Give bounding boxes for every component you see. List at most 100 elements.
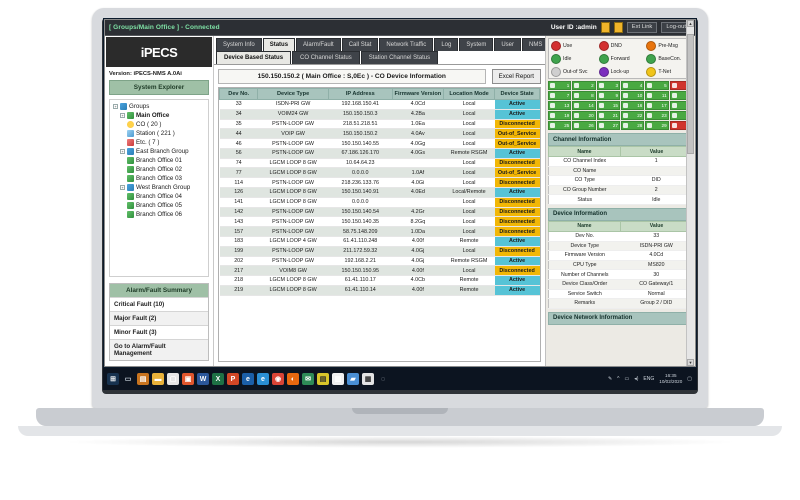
word-icon[interactable]: W: [197, 373, 209, 385]
primary-tabbar[interactable]: System Info Status Alarm/Fault Call Stat Net…: [214, 36, 550, 51]
channel-cell-29[interactable]: 29: [645, 121, 669, 130]
chevron-up-icon[interactable]: ^: [617, 376, 619, 382]
language-indicator[interactable]: ENG: [643, 376, 654, 382]
edge-legacy-icon[interactable]: e: [242, 373, 254, 385]
scroll-up-arrow[interactable]: ▲: [687, 20, 694, 27]
tree-item[interactable]: Branch Office 01: [110, 156, 208, 165]
tab-log[interactable]: Log: [434, 38, 459, 51]
powerpoint-icon[interactable]: P: [227, 373, 239, 385]
table-row[interactable]: 219 LGCM LOOP 8 GW 61.41.110.14 4.00f Remote…: [219, 285, 540, 296]
nms-app-icon[interactable]: ▤: [317, 373, 329, 385]
channel-cell-25[interactable]: 25: [548, 121, 572, 130]
channel-cell-21[interactable]: 21: [596, 111, 620, 120]
channel-cell-23[interactable]: 23: [645, 111, 669, 120]
table-row[interactable]: 218 LGCM LOOP 8 GW 61.41.110.17 4.0Cb Remote…: [219, 275, 540, 286]
channel-cell-15[interactable]: 15: [596, 101, 620, 110]
table-row[interactable]: 44 VOIP GW 150.150.150.2 4.0Av Local Out-of_S…: [219, 128, 540, 140]
firefox-icon[interactable]: ◐: [287, 373, 299, 385]
column-header[interactable]: Dev No.: [219, 88, 259, 100]
system-explorer-tree[interactable]: + Groups + Main Office CO ( 20 ) Station ( 22…: [109, 99, 209, 277]
table-row[interactable]: 34 VOIM24 GW 150.150.150.3 4.2Ba Local Active: [219, 109, 540, 120]
channel-cell-7[interactable]: 7: [548, 91, 572, 100]
column-header[interactable]: Location Mode: [442, 88, 496, 100]
tree-expander-icon[interactable]: +: [113, 104, 118, 109]
channel-cell-1[interactable]: 1: [548, 81, 572, 90]
tab-system-info[interactable]: System Info: [216, 38, 262, 51]
tab-status[interactable]: Status: [262, 38, 296, 51]
table-row[interactable]: 157 PSTN-LOOP GW 58.75.148.209 1.0Da Local Di…: [219, 226, 540, 237]
tree-item[interactable]: + Main Office: [110, 111, 208, 120]
scroll-thumb[interactable]: [687, 34, 694, 154]
tree-expander-icon[interactable]: +: [120, 185, 125, 190]
tab-network-traffic[interactable]: Network Traffic: [379, 38, 434, 51]
magnifier-icon[interactable]: ◌: [377, 373, 389, 385]
column-header[interactable]: IP Address: [327, 88, 393, 100]
edge-icon[interactable]: e: [257, 373, 269, 385]
tab-system[interactable]: System: [459, 38, 494, 51]
taskbar-icons[interactable]: ⊞ ▭ ▤ ▬ ▢ ▣ W X Pe e ◉ ◐ ✉ ▤ ▥ ▰ ▦ ◌: [103, 373, 389, 385]
channel-cell-2[interactable]: 2: [572, 81, 596, 90]
tree-item[interactable]: Branch Office 02: [110, 165, 208, 174]
action-center-icon[interactable]: ▢: [687, 376, 692, 382]
tab-alarm-fault[interactable]: Alarm/Fault: [296, 38, 341, 51]
alarm-summary-item[interactable]: Go to Alarm/Fault Management: [110, 339, 208, 360]
alarm-summary-item[interactable]: Minor Fault (3): [110, 325, 208, 339]
table-row[interactable]: 183 LGCM LOOP 4 GW 61.41.110.248 4.00f Remot…: [219, 236, 540, 247]
column-header[interactable]: Device Type: [257, 88, 329, 100]
tree-item[interactable]: + Groups: [110, 102, 208, 111]
tree-item[interactable]: Branch Office 03: [110, 174, 208, 183]
alarm-summary-item[interactable]: Major Fault (2): [110, 311, 208, 325]
volume-icon[interactable]: ◂): [634, 376, 638, 382]
channel-cell-5[interactable]: 5: [645, 81, 669, 90]
device-table-body[interactable]: 33 ISDN-PRI GW 192.168.150.41 4.0Cd Local Act…: [219, 99, 540, 296]
channel-cell-27[interactable]: 27: [596, 121, 620, 130]
secondary-tabbar[interactable]: Device Based Status CO Channel Status Stat…: [214, 51, 545, 65]
table-row[interactable]: 143 PSTN-LOOP GW 150.150.140.35 8.2Gq Local D…: [219, 216, 540, 228]
table-row[interactable]: 35 PSTN-LOOP GW 218.51.218.51 1.0Ea Local Dis…: [219, 119, 540, 130]
search-icon[interactable]: ▭: [122, 373, 134, 385]
table-row[interactable]: 56 PSTN-LOOP GW 67.186.126.170 4.0Gs Remote …: [219, 148, 540, 159]
table-row[interactable]: 142 PSTN-LOOP GW 150.150.140.54 4.2Gr Local D…: [219, 207, 540, 218]
tree-item[interactable]: Branch Office 05: [110, 201, 208, 210]
office-icon[interactable]: ▣: [182, 373, 194, 385]
channel-cell-16[interactable]: 16: [621, 101, 645, 110]
channel-cell-14[interactable]: 14: [572, 101, 596, 110]
channel-cell-8[interactable]: 8: [572, 91, 596, 100]
channel-cell-26[interactable]: 26: [572, 121, 596, 130]
channel-cell-20[interactable]: 20: [572, 111, 596, 120]
pen-icon[interactable]: ✎: [608, 376, 612, 382]
table-row[interactable]: 217 VOIM8 GW 150.150.150.95 4.00f Local Disco…: [219, 265, 540, 277]
tab-call-stat[interactable]: Call Stat: [341, 38, 379, 51]
channel-cell-11[interactable]: 11: [645, 91, 669, 100]
channel-grid[interactable]: 1234567891011121314151617181920212223242…: [548, 81, 693, 130]
taskbar-clock[interactable]: 16:35 10/02/2020: [659, 373, 682, 385]
tree-item[interactable]: + East Branch Group: [110, 147, 208, 156]
scroll-down-arrow[interactable]: ▼: [687, 359, 694, 366]
tab-user[interactable]: User: [494, 38, 522, 51]
channel-cell-19[interactable]: 19: [548, 111, 572, 120]
file-explorer-icon[interactable]: ▬: [152, 373, 164, 385]
excel-report-button[interactable]: Excel Report: [491, 69, 541, 84]
channel-cell-13[interactable]: 13: [548, 101, 572, 110]
column-header[interactable]: Device State: [494, 88, 540, 100]
channel-cell-28[interactable]: 28: [621, 121, 645, 130]
table-row[interactable]: 202 PSTN-LOOP GW 192.168.2.21 4.0Gj Remote R…: [219, 256, 540, 267]
column-header[interactable]: Firmware Version: [391, 88, 444, 100]
alarm-summary-item[interactable]: Critical Fault (10): [110, 297, 208, 311]
subtab-station-channel-status[interactable]: Station Channel Status: [360, 51, 439, 64]
excel-icon[interactable]: X: [212, 373, 224, 385]
channel-cell-3[interactable]: 3: [596, 81, 620, 90]
tree-item[interactable]: Branch Office 04: [110, 192, 208, 201]
table-row[interactable]: 199 PSTN-LOOP GW 211.172.59.32 4.0Gj Local Di…: [219, 246, 540, 257]
table-row[interactable]: 77 LGCM LOOP 8 GW 0.0.0.0 1.0Af Local Out-of_…: [219, 167, 540, 179]
tree-item[interactable]: CO ( 20 ): [110, 120, 208, 129]
subtab-device-based-status[interactable]: Device Based Status: [216, 51, 292, 64]
table-row[interactable]: 46 PSTN-LOOP GW 150.150.140.55 4.0Gg Local Ou…: [219, 138, 540, 149]
calculator-icon[interactable]: ▦: [362, 373, 374, 385]
chrome-icon[interactable]: ◉: [272, 373, 284, 385]
start-icon[interactable]: ⊞: [107, 373, 119, 385]
table-row[interactable]: 126 LGCM LOOP 8 GW 150.150.140.91 4.0Ed Loca…: [219, 187, 540, 198]
tree-item[interactable]: Station ( 221 ): [110, 129, 208, 138]
window-scrollbar[interactable]: ▲ ▼: [686, 20, 694, 366]
folder-icon[interactable]: ▰: [347, 373, 359, 385]
